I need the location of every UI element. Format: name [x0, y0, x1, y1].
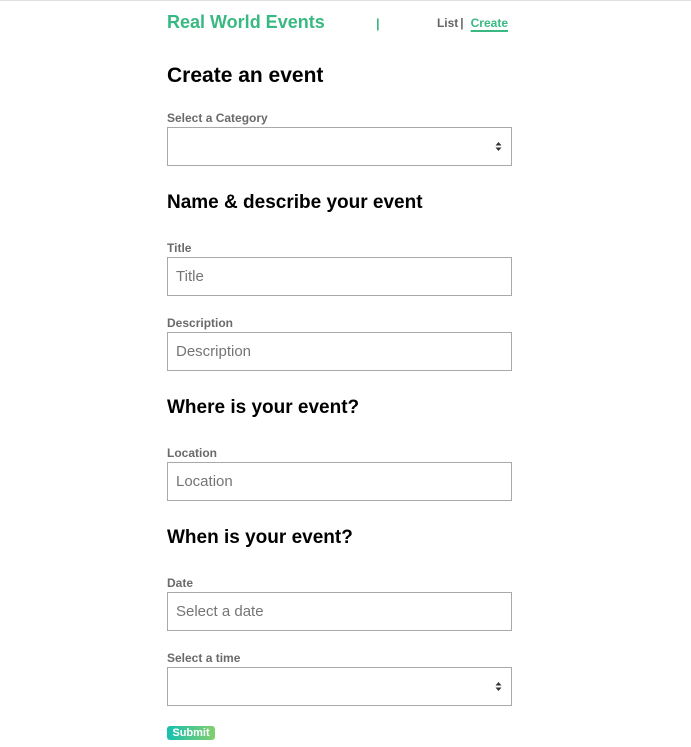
brand-link[interactable]: Real World Events	[167, 12, 325, 33]
description-label: Description	[167, 316, 234, 330]
nav-divider: |	[376, 16, 380, 31]
description-input[interactable]	[168, 333, 496, 370]
nav-links: List | Create	[437, 16, 508, 30]
page-title: Create an event	[167, 64, 324, 87]
location-label: Location	[167, 446, 217, 460]
select-arrows-icon	[495, 682, 502, 691]
description-field-wrapper	[167, 332, 512, 371]
submit-button[interactable]: Submit	[167, 726, 215, 740]
section-heading-name-describe: Name & describe your event	[167, 192, 423, 213]
category-select[interactable]	[167, 127, 512, 166]
time-label: Select a time	[167, 651, 241, 665]
nav-separator: |	[460, 16, 464, 30]
location-field-wrapper	[167, 462, 512, 501]
nav-link-create[interactable]: Create	[471, 16, 508, 30]
title-input[interactable]	[168, 258, 496, 295]
date-label: Date	[167, 576, 194, 590]
title-field-wrapper	[167, 257, 512, 296]
time-select[interactable]	[167, 667, 512, 706]
category-label: Select a Category	[167, 111, 268, 125]
navbar: Real World Events | List | Create	[167, 0, 512, 40]
select-arrows-icon	[495, 142, 502, 151]
section-heading-where: Where is your event?	[167, 397, 360, 418]
title-label: Title	[167, 241, 192, 255]
location-input[interactable]	[168, 463, 496, 500]
nav-link-list[interactable]: List	[437, 16, 458, 30]
section-heading-when: When is your event?	[167, 527, 353, 548]
date-picker-input[interactable]	[168, 593, 496, 630]
date-field-wrapper	[167, 592, 512, 631]
create-event-page: Real World Events | List | Create Create a…	[167, 0, 512, 740]
